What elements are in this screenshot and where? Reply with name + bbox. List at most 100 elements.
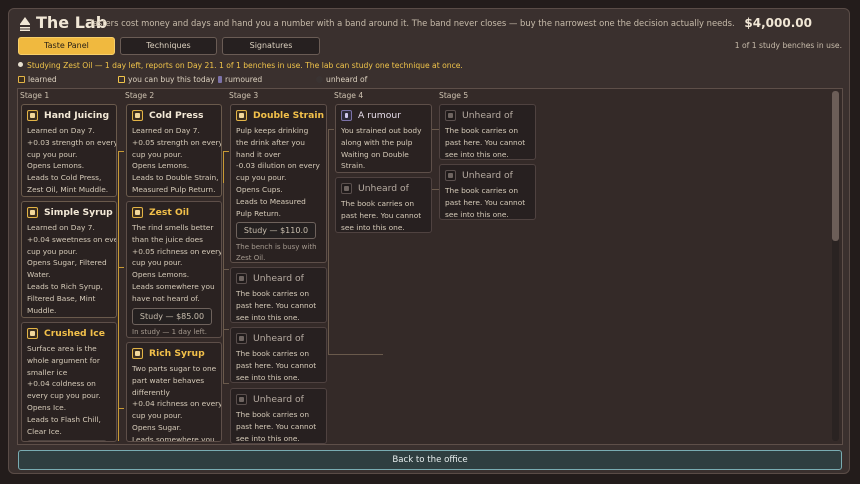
study-status-text: Studying Zest Oil — 1 day left, reports … — [27, 61, 463, 70]
technique-card-simple-syrup[interactable]: Simple Syrup Learned on Day 7. +0.04 swe… — [21, 201, 117, 318]
card-line: Pulp Return. — [236, 208, 281, 218]
legend-buy-today: you can buy this today — [118, 75, 215, 84]
benches-status: 1 of 1 study benches in use. — [734, 41, 842, 50]
status-dot-icon — [18, 62, 23, 67]
tab-techniques[interactable]: Techniques — [120, 37, 217, 55]
card-line: The book carries on — [445, 186, 519, 195]
card-line: cup you pour. — [132, 149, 183, 159]
card-line: The book carries on — [341, 199, 415, 208]
card-line: Opens Lemons. — [132, 161, 190, 171]
card-line: Strain. — [341, 161, 366, 171]
card-line: The rind smells better — [132, 223, 214, 232]
technique-card-double-strain[interactable]: Double Strain Pulp keeps drinking the dr… — [230, 104, 327, 263]
stage-4-label: Stage 4 — [334, 91, 364, 100]
card-line: see into this one. — [341, 222, 405, 232]
card-title: Cold Press — [149, 110, 204, 121]
card-line: Measured Pulp Return. — [132, 184, 216, 194]
card-line: past here. You cannot — [236, 421, 317, 431]
study-status: Studying Zest Oil — 1 day left, reports … — [18, 61, 463, 70]
card-line: +0.05 strength on every — [132, 137, 222, 147]
card-line: You strained out body — [341, 126, 422, 135]
card-title: A rumour — [358, 110, 401, 121]
card-line: cup you pour. — [27, 246, 78, 256]
card-line: The book carries on — [236, 289, 310, 298]
tab-signatures[interactable]: Signatures — [222, 37, 320, 55]
card-line: Leads to Measured — [236, 196, 306, 206]
board-scrollbar[interactable] — [832, 91, 839, 441]
scrollbar-thumb[interactable] — [832, 91, 839, 241]
card-line: Pulp keeps drinking — [236, 126, 309, 135]
study-zest-oil-button[interactable]: Study — $85.00 — [132, 307, 212, 325]
card-line: past here. You cannot — [445, 197, 526, 207]
technique-card-unheard[interactable]: Unheard of The book carries on past here… — [335, 177, 432, 233]
legend-unheard: unheard of — [316, 75, 367, 84]
card-line: +0.04 sweetness on every — [27, 234, 117, 244]
card-line: -0.03 dilution on every — [236, 161, 320, 171]
stage-3-label: Stage 3 — [229, 91, 259, 100]
page-tagline: Tasters cost money and days and hand you… — [89, 18, 735, 28]
back-to-office-button[interactable]: Back to the office — [18, 450, 842, 470]
technique-card-zest-oil[interactable]: Zest Oil The rind smells better than the… — [126, 201, 222, 338]
connector-line — [223, 183, 224, 383]
technique-card-hand-juicing[interactable]: Hand Juicing Learned on Day 7. +0.03 str… — [21, 104, 117, 197]
stage-5-label: Stage 5 — [439, 91, 469, 100]
study-note: In study — 1 day left. — [132, 327, 207, 336]
card-line: Leads to Flash Chill, — [27, 414, 101, 424]
connector-line — [118, 151, 119, 441]
legend-learned-label: learned — [28, 75, 57, 84]
card-line: every cup you pour. — [27, 391, 101, 401]
card-title: Double Strain — [253, 110, 325, 121]
locked-icon — [236, 273, 247, 284]
technique-card-rich-syrup[interactable]: Rich Syrup Two parts sugar to one part w… — [126, 342, 222, 442]
card-line: Water. — [27, 270, 51, 280]
connector-line — [328, 129, 329, 354]
ice-icon — [27, 328, 38, 339]
technique-card-unheard[interactable]: Unheard of The book carries on past here… — [230, 327, 327, 383]
card-title: Unheard of — [462, 110, 513, 121]
connector-line — [328, 354, 383, 355]
tech-tree-board[interactable]: Stage 1 Stage 2 Stage 3 Stage 4 Stage 5 … — [17, 88, 843, 445]
locked-icon — [236, 333, 247, 344]
press-icon — [132, 110, 143, 121]
card-line: see into this one. — [236, 372, 300, 382]
connector-line — [118, 151, 124, 152]
connector-line — [223, 383, 229, 384]
tab-taste-panel[interactable]: Taste Panel — [18, 37, 115, 55]
locked-icon — [341, 183, 352, 194]
legend-rumoured: rumoured — [218, 75, 262, 84]
card-title: Crushed Ice — [44, 328, 105, 339]
study-button-partial[interactable] — [27, 440, 107, 441]
card-line: see into this one. — [445, 149, 509, 159]
card-line: Learned on Day 7. — [27, 223, 95, 232]
card-line: Muddle. — [27, 305, 57, 315]
card-title: Rich Syrup — [149, 348, 205, 359]
stage-2-label: Stage 2 — [125, 91, 155, 100]
connector-line — [223, 151, 229, 152]
legend-unheard-label: unheard of — [326, 75, 368, 84]
card-line: Zest Oil, Mint Muddle. — [27, 184, 109, 194]
card-line: see into this one. — [236, 312, 300, 322]
card-title: Unheard of — [253, 394, 304, 405]
card-line: Opens Cups. — [236, 184, 283, 194]
technique-card-unheard[interactable]: Unheard of The book carries on past here… — [439, 104, 536, 160]
technique-card-unheard[interactable]: Unheard of The book carries on past here… — [230, 267, 327, 323]
card-line: smaller ice — [27, 367, 68, 377]
card-line: +0.04 coldness on — [27, 379, 96, 389]
connector-line — [118, 408, 124, 409]
unheard-swatch-icon — [316, 76, 323, 83]
technique-card-crushed-ice[interactable]: Crushed Ice Surface area is the whole ar… — [21, 322, 117, 442]
card-line: past here. You cannot — [445, 137, 526, 147]
technique-card-cold-press[interactable]: Cold Press Learned on Day 7. +0.05 stren… — [126, 104, 222, 197]
technique-card-rumour[interactable]: A rumour You strained out body along wit… — [335, 104, 432, 173]
technique-card-unheard[interactable]: Unheard of The book carries on past here… — [439, 164, 536, 220]
card-line: Leads to Cold Press, — [27, 173, 102, 183]
card-title: Hand Juicing — [44, 110, 110, 121]
connector-line — [223, 151, 224, 183]
card-title: Unheard of — [462, 170, 513, 181]
technique-card-unheard[interactable]: Unheard of The book carries on past here… — [230, 388, 327, 444]
card-line: +0.04 richness on every — [132, 399, 222, 409]
study-double-strain-button[interactable]: Study — $110.0 — [236, 222, 316, 240]
card-line: past here. You cannot — [236, 360, 317, 370]
study-note: Zest Oil. — [236, 254, 266, 263]
locked-icon — [445, 110, 456, 121]
